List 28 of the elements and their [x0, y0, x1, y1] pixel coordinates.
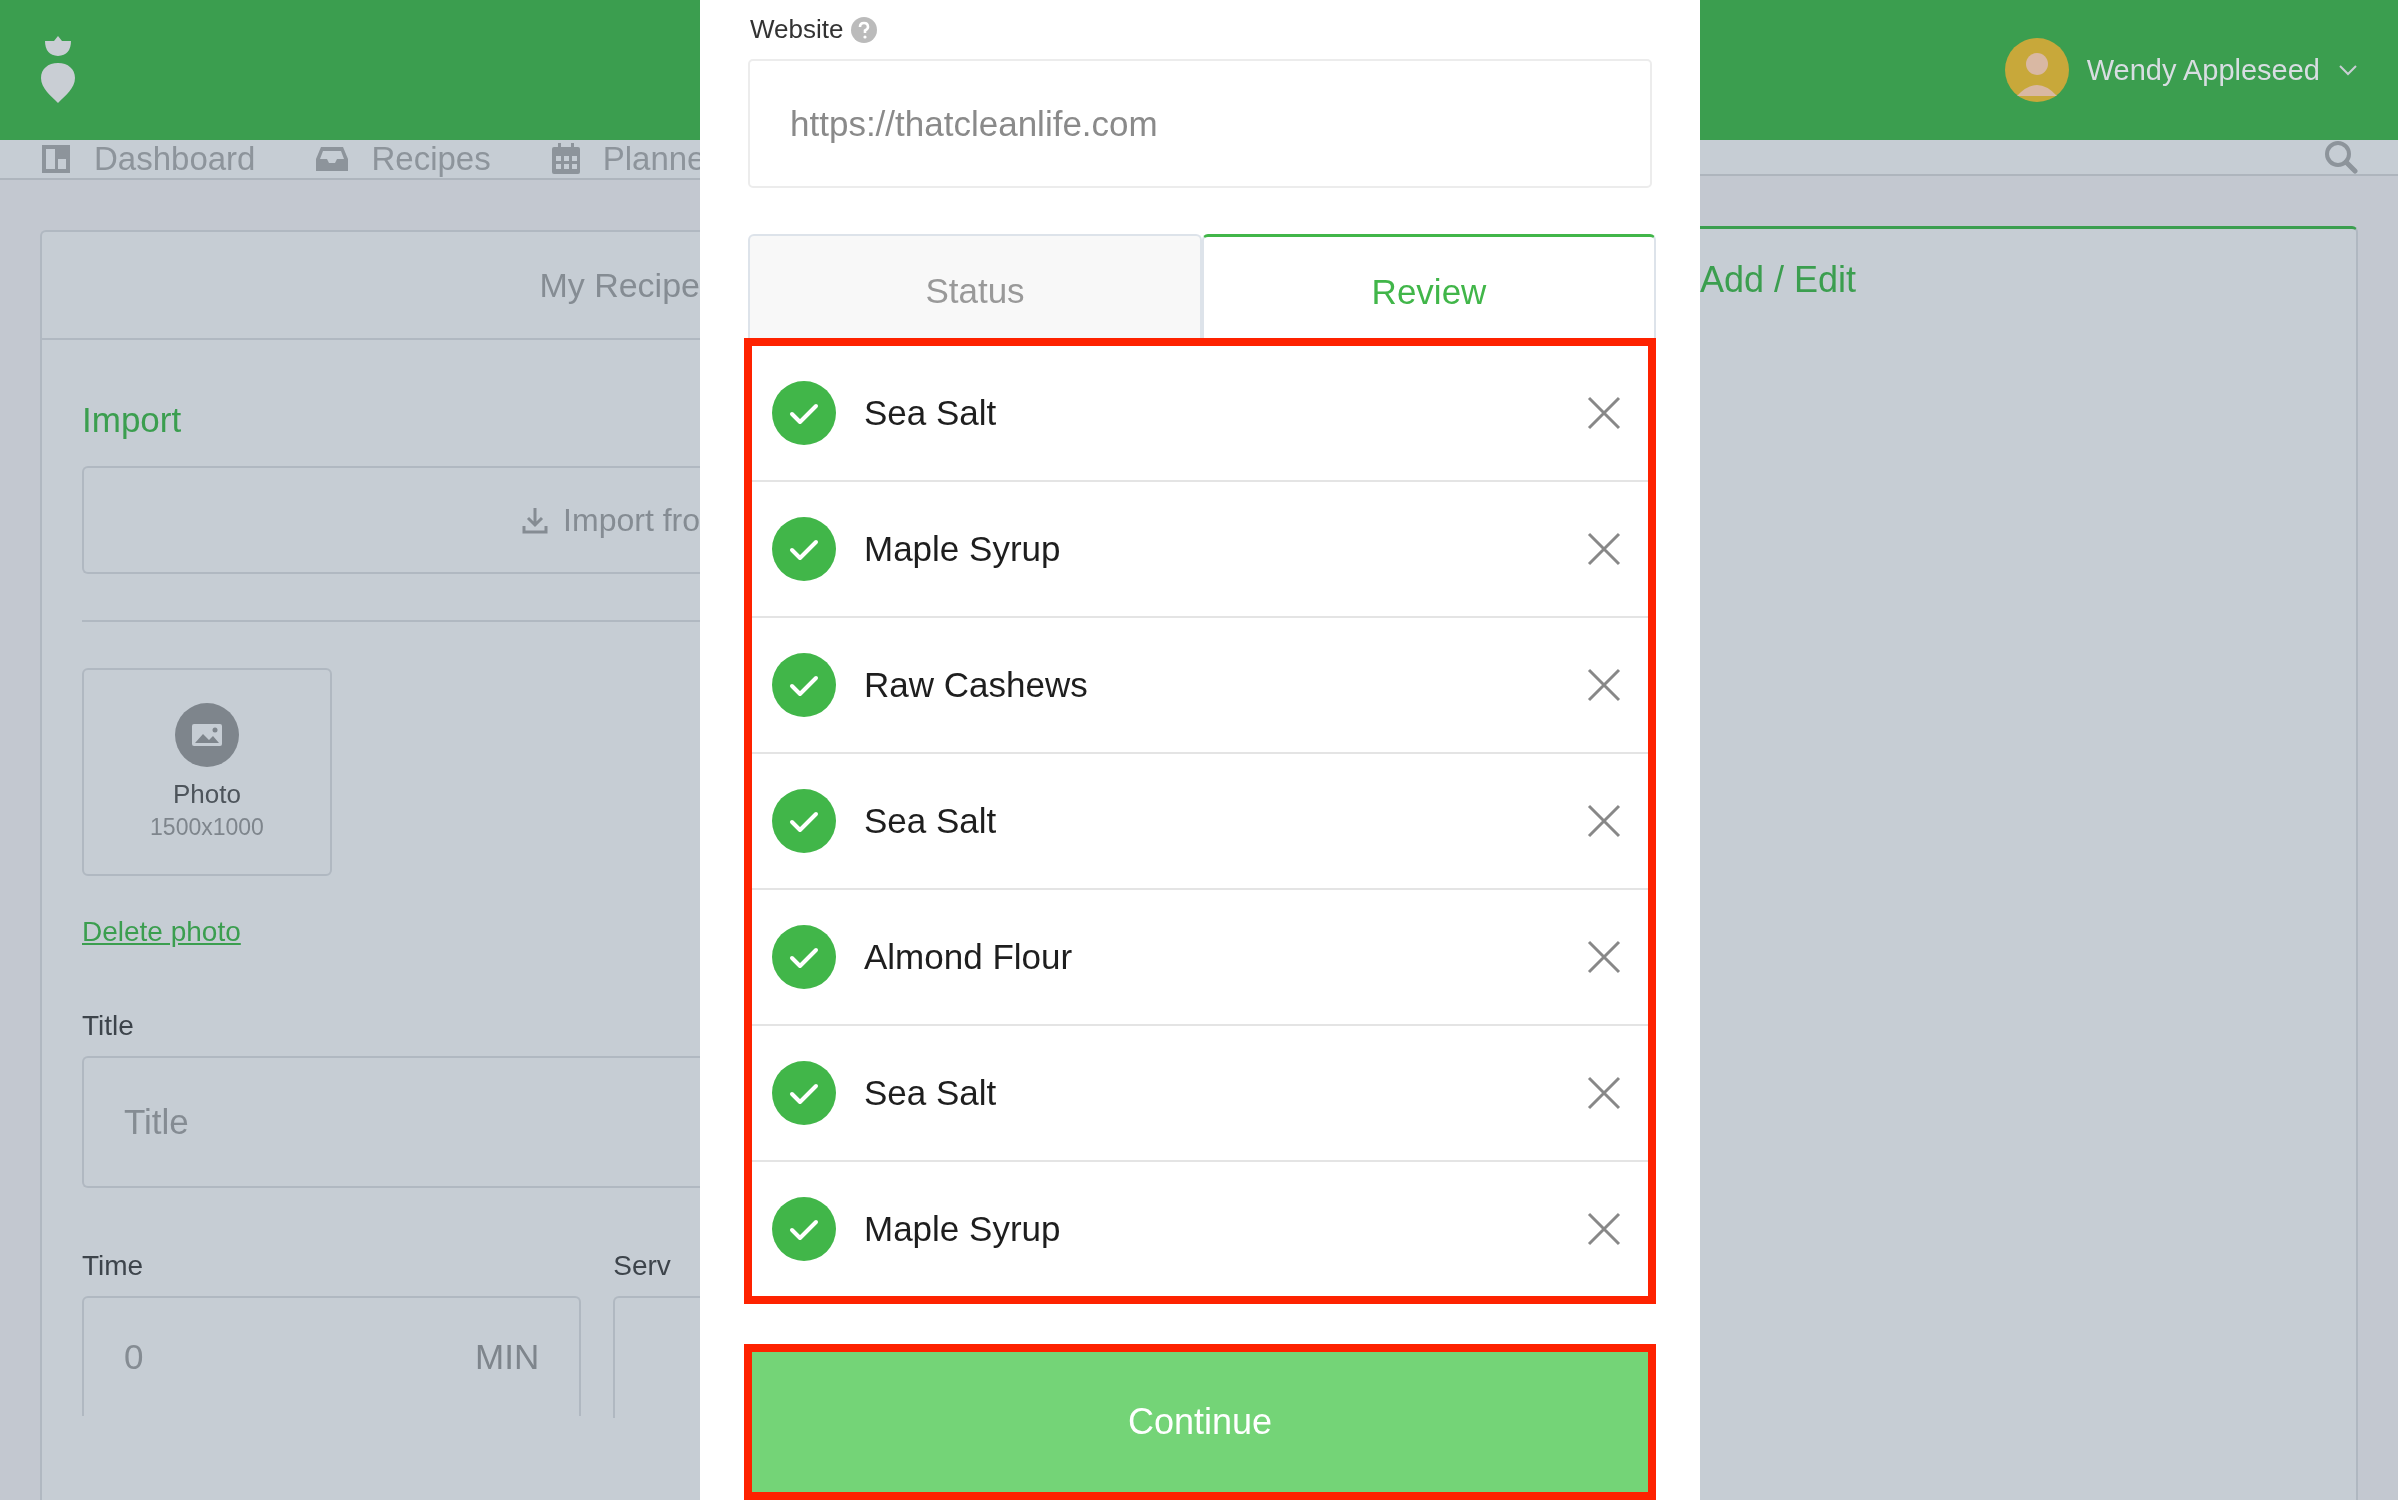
section-heading: Import — [82, 400, 183, 440]
field-label: Website — [750, 14, 844, 45]
ingredient-name: Sea Salt — [864, 801, 998, 841]
photo-upload[interactable]: Photo 1500x1000 — [82, 668, 332, 876]
ingredient-name: Maple Syrup — [864, 529, 1062, 569]
photo-label: Photo — [173, 779, 241, 810]
nav-item[interactable]: Dashboard — [40, 140, 256, 178]
tab[interactable]: Review — [1202, 234, 1656, 338]
ingredient-name: Sea Salt — [864, 393, 998, 433]
time-field[interactable]: 0 MIN — [82, 1296, 582, 1416]
continue-button[interactable]: Continue — [752, 1352, 1648, 1492]
field-label: Serv — [613, 1250, 672, 1282]
field-label: Title — [82, 1010, 135, 1042]
tab[interactable]: Status — [748, 234, 1202, 338]
import-button[interactable]: Import fro — [82, 466, 700, 574]
nav-item[interactable]: Planne — [550, 140, 706, 178]
photo-size: 1500x1000 — [150, 814, 264, 841]
nav-item[interactable]: Recipes — [315, 140, 491, 178]
field-label: Time — [82, 1250, 145, 1282]
title-field[interactable]: Title — [82, 1056, 700, 1188]
ingredient-name: Almond Flour — [864, 937, 1074, 977]
ingredient-name: Sea Salt — [864, 1073, 998, 1113]
ingredient-name: Raw Cashews — [864, 665, 1089, 705]
user-name: Wendy Appleseed — [2086, 53, 2320, 87]
delete-photo-link[interactable]: Delete photo — [82, 916, 241, 948]
ingredient-name: Maple Syrup — [864, 1209, 1062, 1249]
website-field[interactable]: https://thatcleanlife.com — [748, 59, 1652, 188]
card-tab[interactable]: Add / Edit — [1700, 259, 2356, 301]
